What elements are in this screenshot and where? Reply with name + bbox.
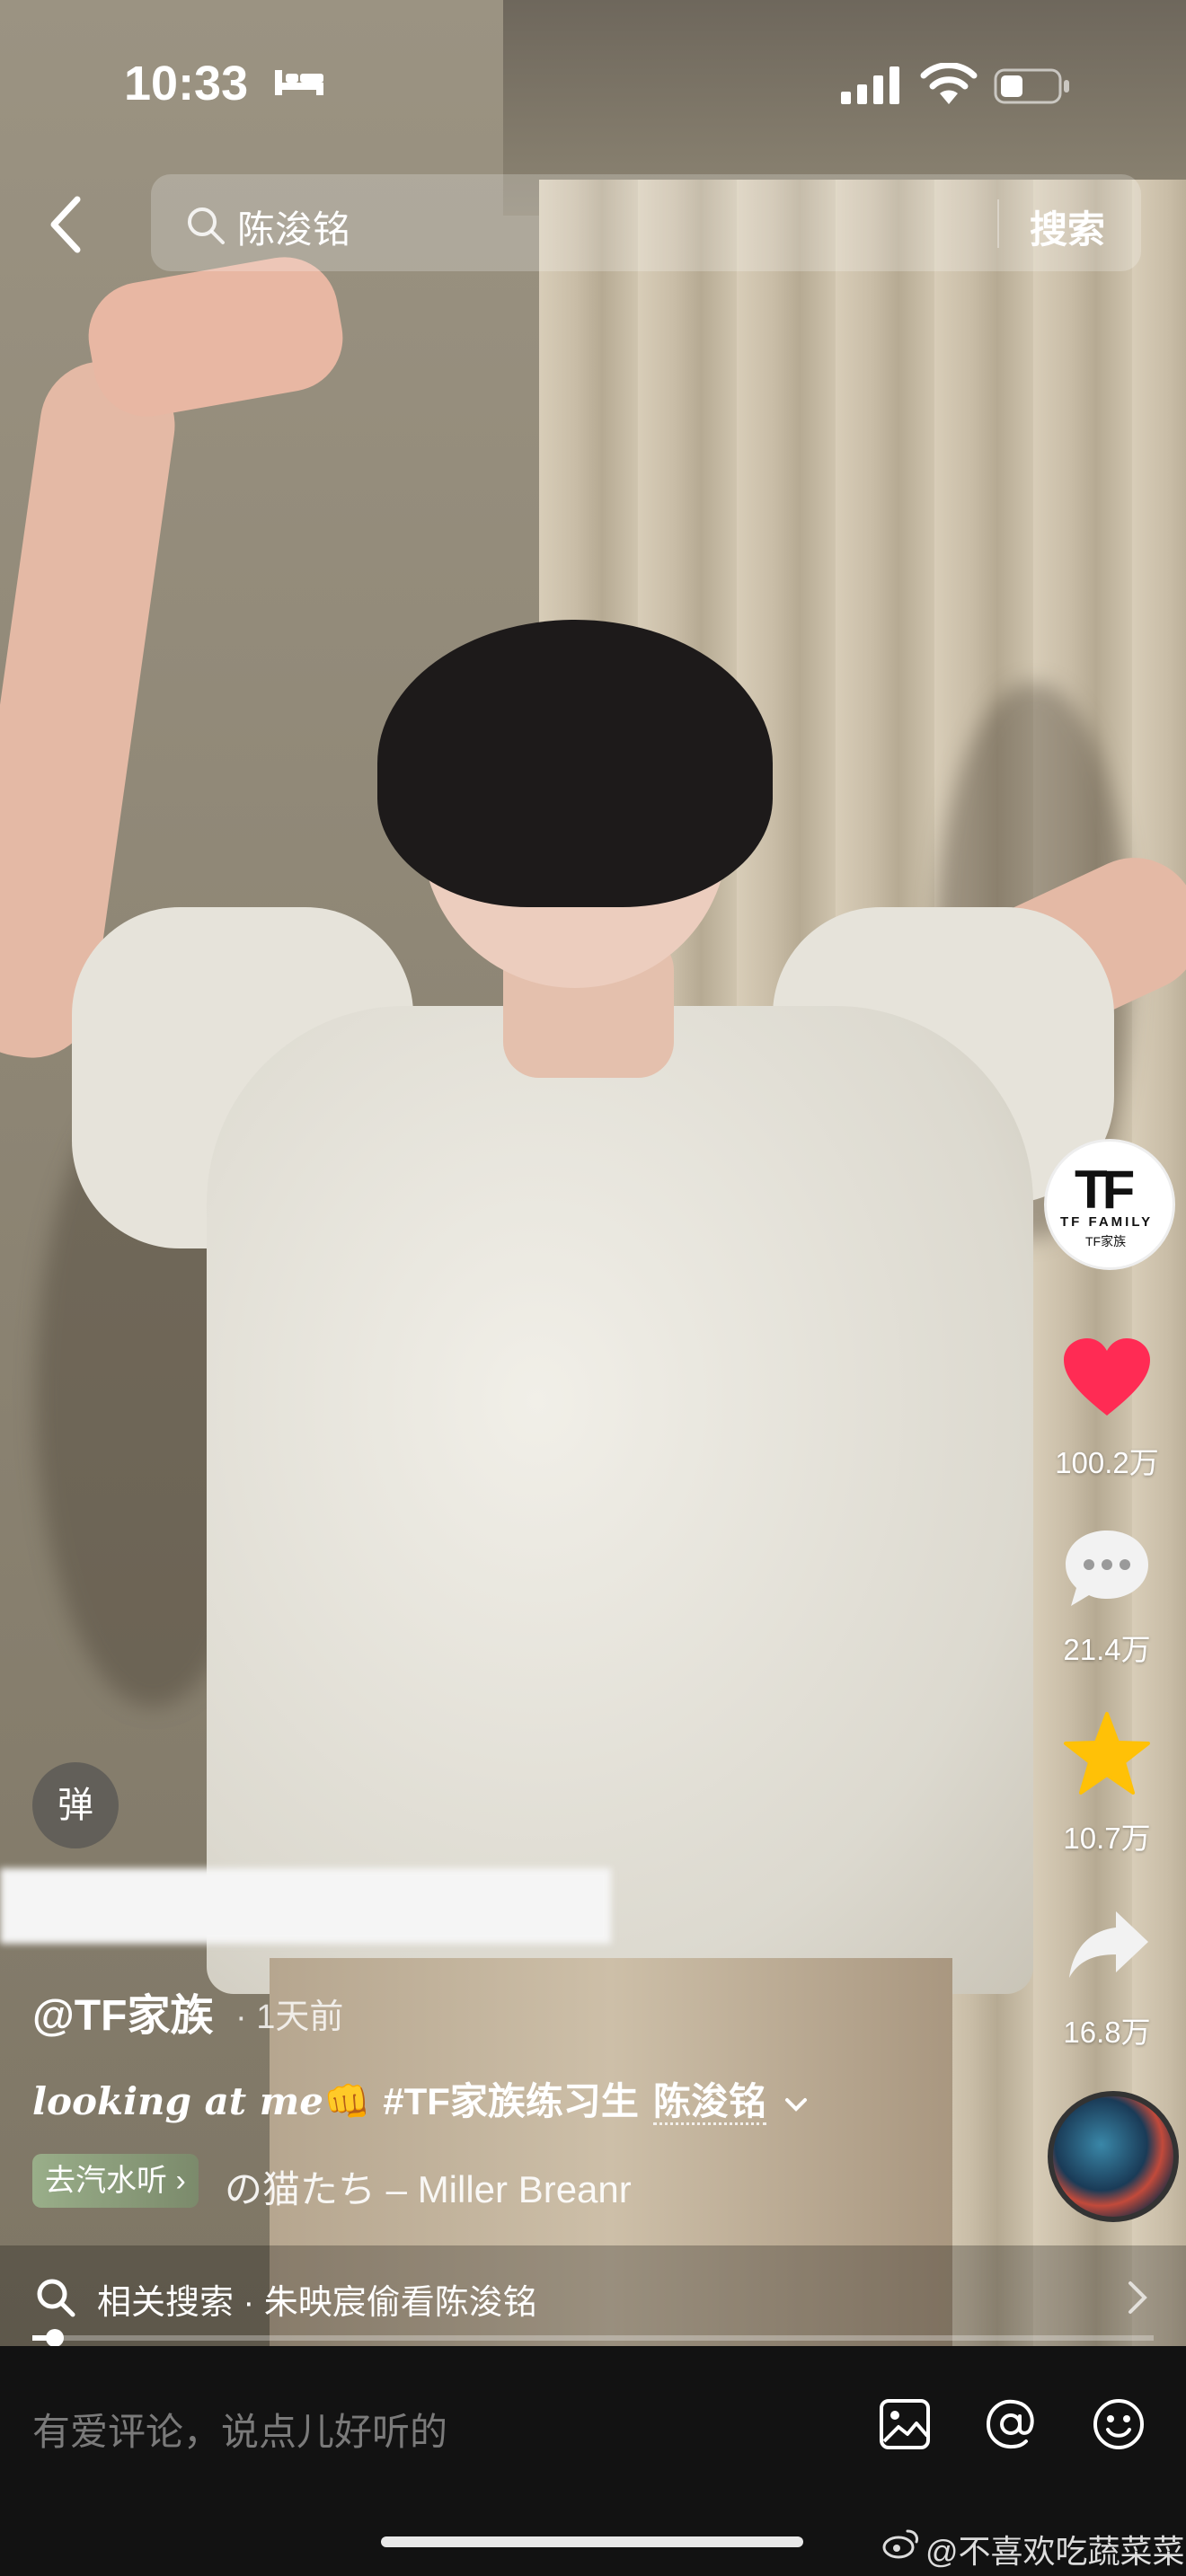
- signal-icon: [841, 66, 899, 104]
- video-caption: looking at me👊 #TF家族练习生 陈浚铭: [32, 2071, 808, 2126]
- chevron-down-icon[interactable]: [784, 2095, 808, 2113]
- emoji-icon[interactable]: [1091, 2396, 1146, 2452]
- wifi-icon: [920, 63, 978, 104]
- share-count: 16.8万: [1063, 2016, 1151, 2049]
- video-person-shirt: [207, 1006, 1033, 1994]
- music-disc[interactable]: [1048, 2091, 1179, 2222]
- avatar-logo: TF: [1075, 1160, 1135, 1220]
- avatar-caption-cn: TF家族: [1085, 1234, 1127, 1248]
- search-divider: [997, 199, 999, 248]
- status-time: 10:33: [124, 57, 249, 110]
- watermark: @不喜欢吃蔬菜菜: [925, 2533, 1185, 2570]
- related-search-label: 相关搜索 · 朱映宸偷看陈浚铭: [97, 2284, 537, 2322]
- weibo-icon: [882, 2529, 918, 2559]
- image-icon[interactable]: [877, 2396, 933, 2452]
- progress-thumb[interactable]: [46, 2329, 64, 2347]
- avatar-caption: TF FAMILY: [1060, 1214, 1154, 1230]
- chevron-right-icon: [1128, 2281, 1147, 2314]
- fist-emoji: 👊: [323, 2080, 371, 2122]
- caption-mention[interactable]: 陈浚铭: [652, 2080, 766, 2125]
- share-icon[interactable]: [1066, 1908, 1152, 1980]
- danmaku-toggle-button[interactable]: 弹: [32, 1762, 119, 1848]
- comment-input[interactable]: 有爱评论，说点儿好听的: [32, 2402, 447, 2457]
- music-app-link[interactable]: 去汽水听 ›: [32, 2154, 199, 2208]
- video-person-hair: [377, 620, 773, 907]
- search-query: 陈浚铭: [237, 208, 351, 251]
- star-icon[interactable]: [1062, 1710, 1152, 1796]
- redacted-overlay: [0, 1868, 611, 1944]
- comment-icon[interactable]: [1062, 1527, 1152, 1610]
- progress-track[interactable]: [32, 2335, 1154, 2341]
- caption-hashtag[interactable]: #TF家族练习生: [383, 2080, 639, 2122]
- like-count: 100.2万: [1055, 1446, 1159, 1479]
- search-icon: [188, 207, 225, 244]
- back-icon[interactable]: [36, 189, 99, 260]
- caption-text: looking at me: [32, 2079, 323, 2123]
- post-time: · 1天前: [235, 1998, 344, 2036]
- author-name[interactable]: @TF家族: [32, 1980, 213, 2042]
- battery-icon: [994, 68, 1069, 104]
- music-title[interactable]: の猫たち – Miller Breanr: [225, 2159, 674, 2214]
- home-indicator: [381, 2536, 803, 2547]
- heart-icon[interactable]: [1062, 1337, 1152, 1419]
- bed-icon: [275, 70, 323, 95]
- search-button[interactable]: 搜索: [1030, 199, 1105, 254]
- comment-count: 21.4万: [1063, 1633, 1151, 1666]
- at-icon[interactable]: [983, 2396, 1039, 2452]
- favorite-count: 10.7万: [1063, 1822, 1151, 1855]
- search-icon: [37, 2279, 75, 2317]
